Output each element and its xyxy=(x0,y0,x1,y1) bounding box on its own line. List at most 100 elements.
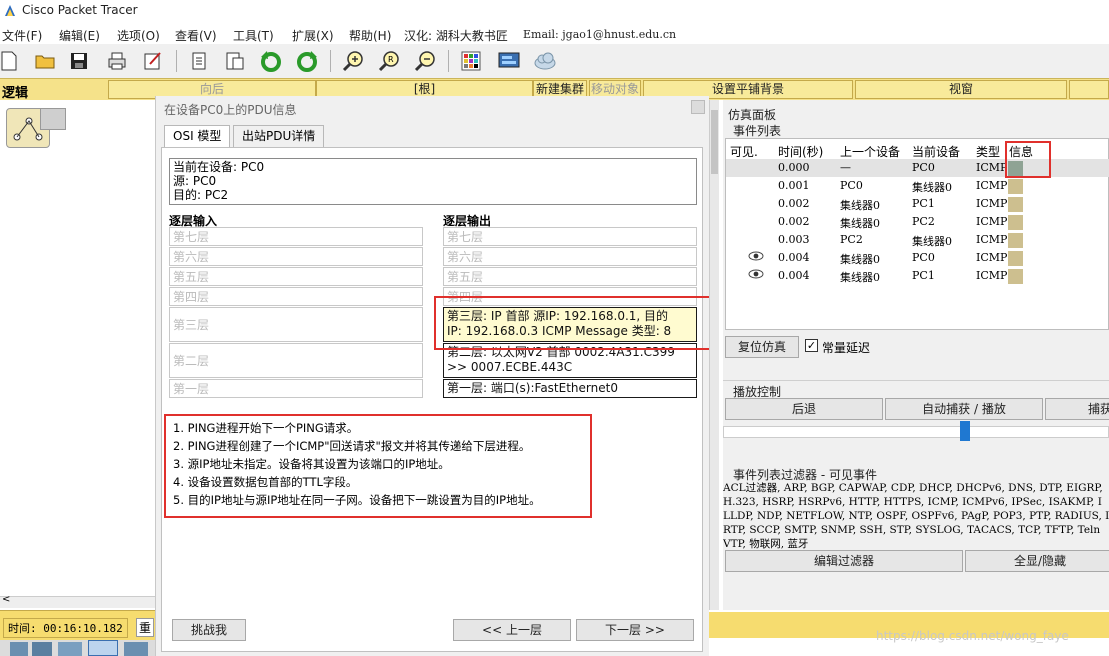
event-row[interactable]: 0.004 集线器0 PC0 ICMP xyxy=(726,249,1109,267)
undo-icon[interactable] xyxy=(258,48,284,74)
event-at-device: PC0 xyxy=(912,251,935,264)
menu-view[interactable]: 查看(V) xyxy=(175,27,217,44)
out-layer-6[interactable]: 第六层 xyxy=(443,247,697,266)
in-layer-3[interactable]: 第三层 xyxy=(169,307,423,342)
scrollbar-thumb[interactable] xyxy=(711,110,718,174)
constant-delay-checkbox[interactable]: ✓ xyxy=(805,339,818,352)
event-info-color[interactable] xyxy=(1008,215,1023,230)
col-type[interactable]: 类型 xyxy=(976,143,1000,160)
hub-device-icon[interactable] xyxy=(40,108,66,130)
print-icon[interactable] xyxy=(104,48,130,74)
event-info-color[interactable] xyxy=(1008,233,1023,248)
out-layer-2-line2: >> 0007.ECBE.443C xyxy=(447,360,573,374)
step-item: 4. 设备设置数据包首部的TTL字段。 xyxy=(173,475,358,489)
event-row-selected[interactable]: 0.000 — PC0 ICMP xyxy=(726,159,1109,177)
out-layer-7[interactable]: 第七层 xyxy=(443,227,697,246)
event-type: ICMP xyxy=(976,269,1008,282)
event-row[interactable]: 0.002 集线器0 PC2 ICMP xyxy=(726,213,1109,231)
dialog-close-button[interactable] xyxy=(691,100,705,114)
event-info-color[interactable] xyxy=(1008,179,1023,194)
slider-thumb[interactable] xyxy=(960,421,970,441)
col-visible[interactable]: 可见. xyxy=(730,143,758,160)
in-layer-5[interactable]: 第五层 xyxy=(169,267,423,286)
router-icon[interactable] xyxy=(10,642,28,656)
menu-file[interactable]: 文件(F) xyxy=(2,27,42,44)
hub-icon[interactable] xyxy=(58,642,82,656)
menu-help[interactable]: 帮助(H) xyxy=(349,27,391,44)
show-all-hide-button[interactable]: 全显/隐藏 xyxy=(965,550,1109,572)
col-time[interactable]: 时间(秒) xyxy=(778,143,823,160)
save-icon[interactable] xyxy=(66,48,92,74)
challenge-me-button[interactable]: 挑战我 xyxy=(172,619,246,641)
tab-osi-model[interactable]: OSI 模型 xyxy=(164,125,231,148)
menu-options[interactable]: 选项(O) xyxy=(117,27,160,44)
event-at-device: PC2 xyxy=(912,215,935,228)
cloud-icon[interactable] xyxy=(532,48,558,74)
event-info-color[interactable] xyxy=(1008,269,1023,284)
event-list-title: 事件列表 xyxy=(733,124,782,138)
toolbar-separator xyxy=(330,50,331,72)
playback-speed-slider[interactable] xyxy=(723,421,1109,441)
logical-mode-label[interactable]: 逻辑 xyxy=(2,82,28,101)
copy-icon[interactable] xyxy=(186,48,212,74)
in-layer-1[interactable]: 第一层 xyxy=(169,379,423,398)
switch-icon[interactable] xyxy=(32,642,52,656)
toolbar: R xyxy=(0,44,1109,78)
event-row[interactable]: 0.003 PC2 集线器0 ICMP xyxy=(726,231,1109,249)
event-last-device: 集线器0 xyxy=(840,199,880,212)
vertical-scrollbar[interactable] xyxy=(709,100,719,610)
event-info-color[interactable] xyxy=(1008,251,1023,266)
paste-icon[interactable] xyxy=(222,48,248,74)
tab-outbound-pdu-details[interactable]: 出站PDU详情 xyxy=(233,125,325,147)
info-highlight-box xyxy=(1005,141,1051,178)
edit-filters-button[interactable]: 编辑过滤器 xyxy=(725,550,963,572)
dialog-title: 在设备PC0上的PDU信息 xyxy=(164,103,297,117)
menu-edit[interactable]: 编辑(E) xyxy=(59,27,100,44)
reset-time-button[interactable]: 重 xyxy=(136,618,155,637)
next-layer-button[interactable]: 下一层 >> xyxy=(576,619,694,641)
logical-workspace[interactable]: < xyxy=(0,100,155,610)
event-last-device: 集线器0 xyxy=(840,271,880,284)
wireless-icon[interactable] xyxy=(88,640,118,656)
menu-extensions[interactable]: 扩展(X) xyxy=(292,27,334,44)
extra-toolbar-button[interactable] xyxy=(1069,80,1109,99)
event-type: ICMP xyxy=(976,215,1008,228)
zoom-in-icon[interactable] xyxy=(340,48,366,74)
in-layer-7[interactable]: 第七层 xyxy=(169,227,423,246)
redo-icon[interactable] xyxy=(294,48,320,74)
new-file-icon[interactable] xyxy=(0,48,22,74)
filter-line: H.323, HSRP, HSRPv6, HTTP, HTTPS, ICMP, … xyxy=(723,496,1102,508)
event-list-table: 可见. 时间(秒) 上一个设备 当前设备 类型 信息 0.000 — PC0 I… xyxy=(725,138,1109,330)
palette-icon[interactable] xyxy=(458,48,484,74)
out-layer-1[interactable]: 第一层: 端口(s):FastEthernet0 xyxy=(443,379,697,398)
connection-icon[interactable] xyxy=(124,642,148,656)
eye-icon[interactable] xyxy=(748,268,764,283)
zoom-reset-icon[interactable]: R xyxy=(376,48,402,74)
event-info-color[interactable] xyxy=(1008,197,1023,212)
horizontal-scrollbar[interactable]: < xyxy=(0,594,155,608)
event-row[interactable]: 0.002 集线器0 PC1 ICMP xyxy=(726,195,1109,213)
app-title: Cisco Packet Tracer xyxy=(22,3,138,17)
event-time: 0.001 xyxy=(778,179,810,192)
event-row[interactable]: 0.004 集线器0 PC1 ICMP xyxy=(726,267,1109,285)
in-layer-4[interactable]: 第四层 xyxy=(169,287,423,306)
col-last-device[interactable]: 上一个设备 xyxy=(840,143,900,160)
previous-layer-button[interactable]: << 上一层 xyxy=(453,619,571,641)
viewport-button[interactable]: 视窗 xyxy=(855,80,1067,99)
step-item: 3. 源IP地址未指定。设备将其设置为该端口的IP地址。 xyxy=(173,457,450,471)
event-row[interactable]: 0.001 PC0 集线器0 ICMP xyxy=(726,177,1109,195)
out-layer-5[interactable]: 第五层 xyxy=(443,267,697,286)
in-layer-2[interactable]: 第二层 xyxy=(169,343,423,378)
capture-forward-button[interactable]: 捕获 xyxy=(1045,398,1109,420)
auto-capture-play-button[interactable]: 自动捕获 / 播放 xyxy=(885,398,1043,420)
menu-tools[interactable]: 工具(T) xyxy=(233,27,274,44)
activity-wizard-icon[interactable] xyxy=(140,48,166,74)
zoom-out-icon[interactable] xyxy=(412,48,438,74)
col-at-device[interactable]: 当前设备 xyxy=(912,143,960,160)
eye-icon[interactable] xyxy=(748,250,764,265)
open-folder-icon[interactable] xyxy=(32,48,58,74)
in-layer-6[interactable]: 第六层 xyxy=(169,247,423,266)
reset-simulation-button[interactable]: 复位仿真 xyxy=(725,336,799,358)
custom-device-icon[interactable] xyxy=(496,48,522,74)
back-step-button[interactable]: 后退 xyxy=(725,398,883,420)
